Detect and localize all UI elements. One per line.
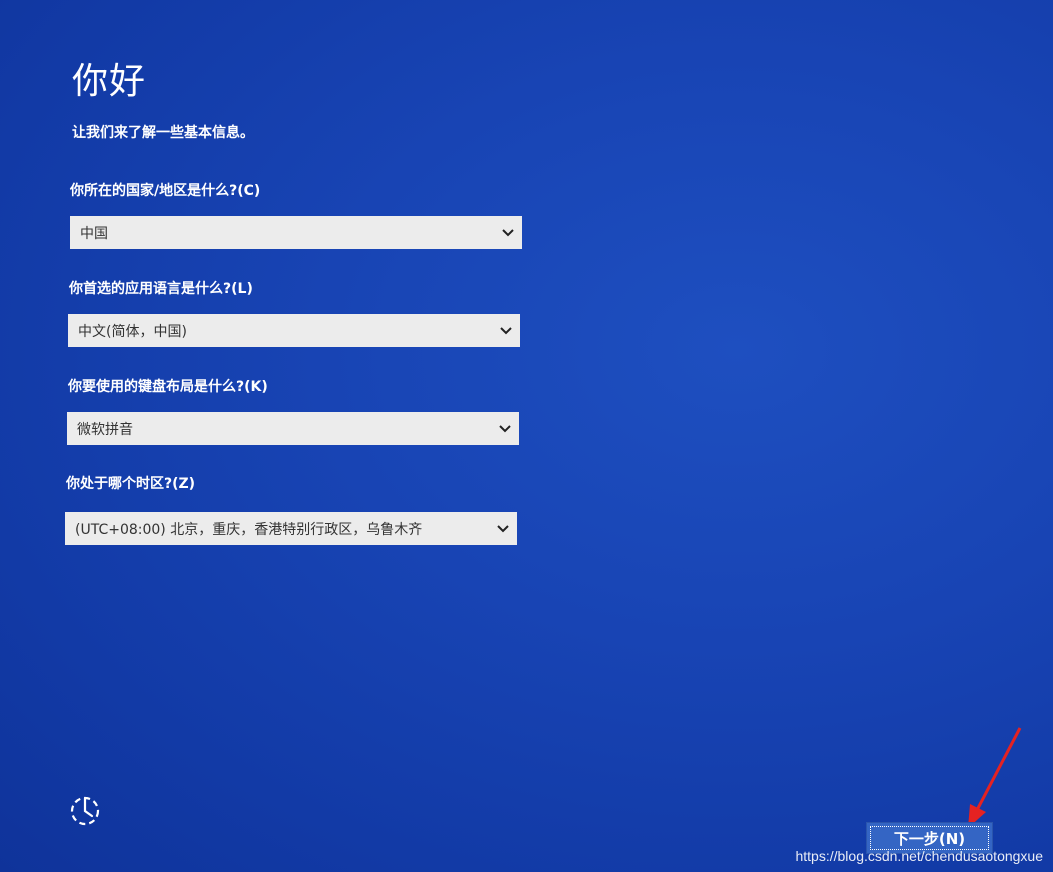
next-button-label: 下一步(N) [893, 829, 966, 848]
watermark: https://blog.csdn.net/chendusaotongxue [795, 848, 1043, 864]
chevron-down-icon [491, 412, 519, 445]
accessibility-icon[interactable] [68, 794, 102, 828]
keyboard-label: 你要使用的键盘布局是什么?(K) [68, 379, 268, 395]
language-dropdown[interactable]: 中文(简体，中国) [68, 314, 520, 347]
page-subtitle: 让我们来了解一些基本信息。 [72, 125, 254, 141]
chevron-down-icon [494, 216, 522, 249]
chevron-down-icon [492, 314, 520, 347]
country-value: 中国 [80, 225, 108, 242]
keyboard-dropdown[interactable]: 微软拼音 [67, 412, 519, 445]
country-dropdown[interactable]: 中国 [70, 216, 522, 249]
annotation-arrow-icon [968, 727, 1022, 828]
timezone-value: (UTC+08:00) 北京，重庆，香港特别行政区，乌鲁木齐 [75, 521, 423, 538]
timezone-dropdown[interactable]: (UTC+08:00) 北京，重庆，香港特别行政区，乌鲁木齐 [65, 512, 517, 545]
language-value: 中文(简体，中国) [78, 323, 187, 340]
timezone-label: 你处于哪个时区?(Z) [66, 476, 196, 492]
keyboard-value: 微软拼音 [77, 421, 133, 438]
page-title: 你好 [72, 61, 147, 102]
chevron-down-icon [489, 512, 517, 545]
country-label: 你所在的国家/地区是什么?(C) [70, 183, 261, 199]
language-label: 你首选的应用语言是什么?(L) [69, 281, 253, 297]
